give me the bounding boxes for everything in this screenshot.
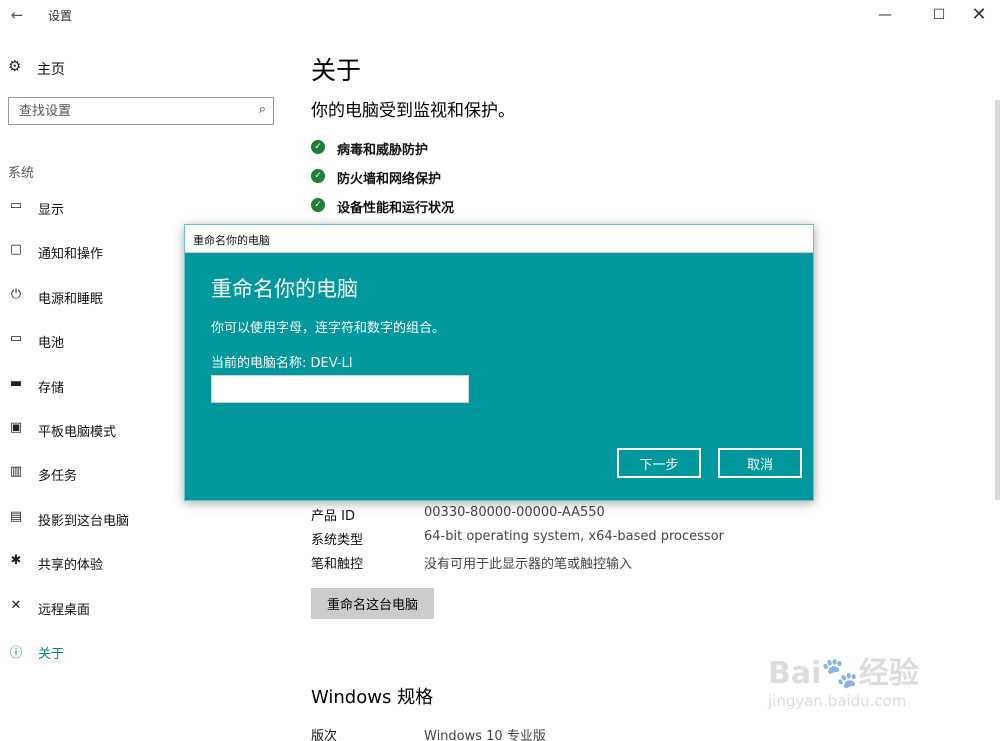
sidebar-item-about[interactable]: ⓘ 关于 [0,630,290,674]
scrollbar[interactable] [995,100,1000,500]
windows-spec-heading: Windows 规格 [311,687,434,708]
sidebar-item-label: 远程桌面 [38,602,91,618]
info-icon: ⓘ [9,645,23,661]
project-icon: ▤ [9,508,23,524]
sidebar-item-label: 多任务 [38,469,78,485]
dialog-description: 你可以使用字母，连字符和数字的组合。 [211,321,446,336]
next-button[interactable]: 下一步 [617,448,701,478]
back-arrow-icon[interactable]: ← [6,4,28,26]
gear-icon: ⚙ [8,57,22,75]
sidebar-home-label: 主页 [37,62,65,78]
sidebar-item-label: 关于 [38,646,65,662]
sidebar-item-remote-desktop[interactable]: ✕ 远程桌面 [0,586,290,630]
sidebar-item-label: 共享的体验 [38,558,104,574]
spec-row-product-id: 产品 ID 00330-80000-00000-AA550 [311,505,911,525]
storage-icon: ▬ [9,375,23,391]
spec-key: 系统类型 [311,533,364,548]
sidebar-item-label: 电池 [38,336,65,352]
spec-value: Windows 10 专业版 [424,729,546,741]
search-input[interactable] [9,98,239,124]
window-titlebar: ← 设置 — ☐ ✕ [0,0,1000,32]
page-title: 关于 [311,56,362,85]
sidebar-item-label: 平板电脑模式 [38,424,117,440]
notification-icon: ▢ [9,242,23,258]
dialog-heading: 重命名你的电脑 [211,277,358,301]
protection-item-label: 设备性能和运行状况 [337,201,455,216]
protection-item-label: 防火墙和网络保护 [337,172,442,187]
spec-value: 没有可用于此显示器的笔或触控输入 [424,557,633,572]
spec-key: 产品 ID [311,509,355,524]
spec-key: 版次 [311,729,338,741]
new-pc-name-input[interactable] [211,375,469,403]
watermark-logo-text: Bai🐾经验 [768,656,919,691]
rename-pc-button[interactable]: 重命名这台电脑 [311,588,434,619]
spec-row-pen-touch: 笔和触控 没有可用于此显示器的笔或触控输入 [311,553,911,573]
multitask-icon: ▥ [9,464,23,480]
sidebar-item-label: 显示 [38,203,65,218]
tablet-icon: ▣ [9,419,23,435]
sidebar-item-label: 电源和睡眠 [38,291,104,307]
sidebar-item-projecting[interactable]: ▤ 投影到这台电脑 [0,497,290,541]
power-icon: ⏻ [10,286,22,302]
protection-heading: 你的电脑受到监视和保护。 [311,101,515,121]
search-box[interactable]: ⌕ [8,97,274,125]
spec-row-system-type: 系统类型 64-bit operating system, x64-based … [311,529,911,549]
current-pc-name: 当前的电脑名称: DEV-LI [211,356,353,371]
dialog-titlebar: 重命名你的电脑 [185,225,813,253]
baidu-watermark: Bai🐾经验 jingyan.baidu.com [768,648,968,728]
spec-key: 笔和触控 [311,557,364,572]
protection-item-label: 病毒和威胁防护 [337,143,429,158]
monitor-icon: ▭ [9,198,23,213]
check-circle-icon: ✓ [311,140,325,154]
sidebar-item-label: 投影到这台电脑 [38,513,130,529]
window-title: 设置 [48,9,73,23]
close-icon[interactable]: ✕ [956,2,1000,28]
remote-desktop-icon: ✕ [10,597,22,613]
share-icon: ✱ [10,553,22,569]
check-circle-icon: ✓ [311,169,325,183]
sidebar-item-shared-experiences[interactable]: ✱ 共享的体验 [0,541,290,585]
minimize-icon[interactable]: — [862,2,908,28]
search-icon[interactable]: ⌕ [259,102,266,117]
sidebar-item-label: 存储 [38,380,65,396]
sidebar-item-label: 通知和操作 [38,247,104,263]
section-label-system: 系统 [8,166,35,181]
battery-icon: ▭ [9,331,23,347]
check-circle-icon: ✓ [311,198,325,212]
cancel-button[interactable]: 取消 [718,448,802,478]
spec-value: 00330-80000-00000-AA550 [424,505,605,520]
rename-dialog: 重命名你的电脑 重命名你的电脑 你可以使用字母，连字符和数字的组合。 当前的电脑… [184,224,814,501]
watermark-url: jingyan.baidu.com [768,692,907,710]
dialog-window-title: 重命名你的电脑 [193,234,270,247]
spec-value: 64-bit operating system, x64-based proce… [424,529,724,544]
